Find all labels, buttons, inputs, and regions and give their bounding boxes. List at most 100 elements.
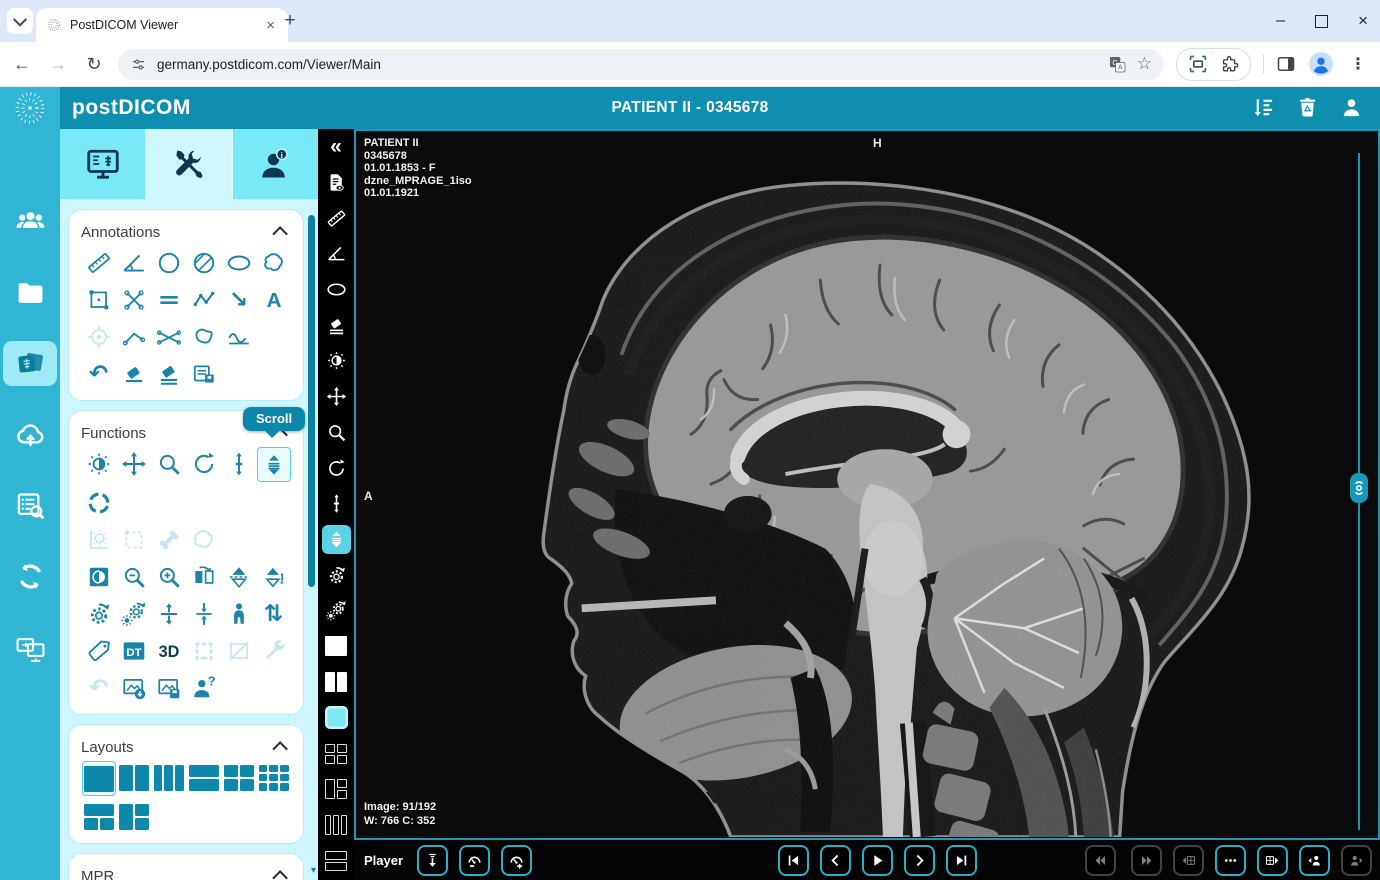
tool-magnify[interactable]	[153, 447, 185, 480]
sort-series-button[interactable]	[1252, 96, 1276, 120]
tab-patient-info[interactable]	[232, 129, 318, 199]
previous-patient-button[interactable]	[1299, 844, 1330, 876]
tool-cross-measure[interactable]	[118, 283, 150, 316]
nav-patients[interactable]	[3, 199, 57, 244]
toolbar-layout-rows[interactable]	[318, 843, 354, 879]
layout-2x2-button[interactable]	[223, 761, 255, 794]
tool-select-handles[interactable]	[188, 634, 220, 667]
tool-patient-orientation[interactable]	[223, 597, 255, 630]
tool-zoom-out[interactable]	[118, 560, 150, 593]
browser-menu-button[interactable]: ⋮	[1346, 54, 1370, 74]
toolbar-ellipse[interactable]	[318, 272, 354, 308]
tool-3d[interactable]	[153, 634, 185, 667]
last-image-button[interactable]	[946, 844, 977, 876]
deleted-items-button[interactable]	[1296, 96, 1320, 120]
tab-functions[interactable]	[146, 129, 233, 199]
translate-icon[interactable]: GA	[1108, 55, 1127, 74]
toolbar-layout-2x2[interactable]	[318, 736, 354, 772]
address-bar[interactable]: germany.postdicom.com/Viewer/Main GA ☆	[118, 48, 1164, 80]
tool-cobb-angle[interactable]	[153, 320, 185, 353]
tool-select-area[interactable]	[118, 523, 150, 556]
next-image-button[interactable]	[904, 844, 935, 876]
nav-folders[interactable]	[3, 270, 57, 315]
tool-sort-stack[interactable]: ⇅	[258, 597, 290, 630]
collapse-chevron-icon[interactable]	[272, 740, 288, 757]
tool-localizer[interactable]	[83, 486, 115, 519]
toolbar-reset[interactable]	[318, 557, 354, 593]
tool-polyline[interactable]	[188, 283, 220, 316]
tool-eraser[interactable]	[118, 357, 150, 390]
tool-export-image[interactable]	[118, 671, 150, 704]
toolbar-angle[interactable]	[318, 236, 354, 272]
tab-viewer-tools[interactable]	[60, 129, 147, 199]
tool-stretch[interactable]	[223, 447, 255, 480]
layout-2x1-button[interactable]	[188, 761, 220, 794]
reload-button[interactable]: ↻	[82, 54, 106, 75]
slider-thumb[interactable]	[1350, 473, 1368, 503]
tool-freehand-region[interactable]	[188, 320, 220, 353]
tool-tag[interactable]	[83, 634, 115, 667]
tool-save-image[interactable]	[153, 671, 185, 704]
nav-share[interactable]	[3, 625, 57, 670]
tool-clear-area[interactable]	[223, 634, 255, 667]
tool-angle[interactable]	[118, 246, 150, 279]
tool-save-annotations[interactable]	[188, 357, 220, 390]
scrollbar-thumb[interactable]	[308, 215, 315, 587]
tool-erase-all[interactable]	[153, 357, 185, 390]
screen-capture-icon[interactable]	[1188, 54, 1208, 74]
tool-fit-vertical[interactable]	[153, 597, 185, 630]
layout-1x2-button[interactable]	[118, 761, 150, 794]
forward-button[interactable]: →	[46, 54, 70, 75]
nav-sync[interactable]	[3, 554, 57, 599]
speed-up-button[interactable]	[501, 844, 533, 876]
tool-invert[interactable]	[83, 560, 115, 593]
layout-3x3-button[interactable]	[258, 761, 290, 794]
toolbar-layout-1x3[interactable]	[318, 807, 354, 843]
next-series-button[interactable]	[1131, 844, 1162, 876]
back-button[interactable]: ←	[10, 54, 34, 75]
window-maximize-button[interactable]	[1315, 14, 1329, 28]
tool-window-level[interactable]	[83, 447, 115, 480]
site-settings-icon[interactable]	[130, 56, 147, 73]
layout-1x3-button[interactable]	[153, 761, 185, 794]
toolbar-erase-all[interactable]	[318, 307, 354, 343]
tool-ellipse[interactable]	[223, 246, 255, 279]
more-options-button[interactable]	[1215, 844, 1246, 876]
tool-freehand-level[interactable]	[188, 523, 220, 556]
tool-filled-ellipse[interactable]	[188, 246, 220, 279]
tool-rotate[interactable]	[188, 447, 220, 480]
tool-zoom-in[interactable]	[153, 560, 185, 593]
tool-reset-level[interactable]	[118, 597, 150, 630]
first-image-button[interactable]	[778, 844, 809, 876]
tool-repair[interactable]	[258, 634, 290, 667]
panel-scrollbar[interactable]: ▾	[308, 205, 316, 876]
tool-flip-horizontal[interactable]	[188, 560, 220, 593]
tool-probe[interactable]	[83, 320, 115, 353]
tab-search-button[interactable]	[7, 8, 33, 34]
tool-dicom-tags[interactable]	[118, 634, 150, 667]
collapse-chevron-icon[interactable]	[272, 869, 288, 880]
tool-freehand[interactable]	[258, 246, 290, 279]
next-layout-button[interactable]	[1257, 844, 1288, 876]
scrollbar-down-arrow[interactable]: ▾	[311, 866, 316, 876]
tool-flip-vertical[interactable]	[223, 560, 255, 593]
toolbar-scroll[interactable]	[318, 522, 354, 558]
browser-tab[interactable]: PostDICOM Viewer ×	[36, 8, 288, 42]
auto-scroll-button[interactable]	[417, 844, 449, 876]
layout-1-2-button[interactable]	[83, 800, 115, 833]
toolbar-layout-1x1[interactable]	[318, 629, 354, 665]
profile-avatar[interactable]	[1308, 51, 1334, 77]
current-layout-indicator[interactable]	[318, 700, 354, 736]
tool-undo[interactable]: ↶	[83, 357, 115, 390]
window-close-button[interactable]: ×	[1358, 11, 1368, 31]
toolbar-reset-level[interactable]	[318, 593, 354, 629]
tool-reset[interactable]	[83, 597, 115, 630]
toolbar-window-level[interactable]	[318, 343, 354, 379]
toolbar-layout-1-2[interactable]	[318, 771, 354, 807]
image-viewport[interactable]: PATIENT II 0345678 01.01.1853 - Fdzne_MPRA…	[354, 129, 1380, 840]
previous-layout-button[interactable]	[1173, 844, 1204, 876]
next-patient-button[interactable]	[1341, 844, 1372, 876]
toolbar-ruler[interactable]	[318, 200, 354, 236]
tool-rectangle[interactable]	[83, 283, 115, 316]
layout-1-2-vertical-button[interactable]	[118, 800, 150, 833]
